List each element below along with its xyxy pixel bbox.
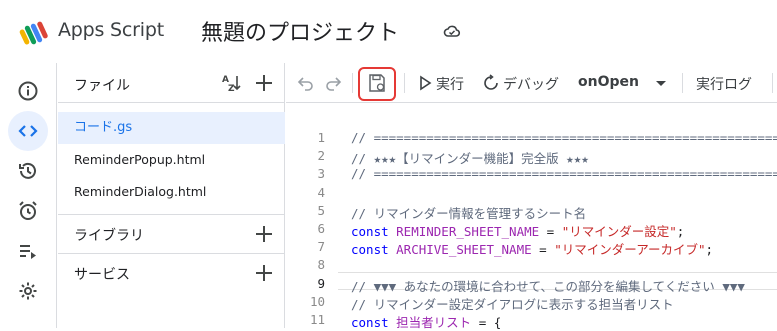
line-number: 10 xyxy=(309,293,325,309)
code-comment: // ▼▼▼ あなたの環境に合わせて、この部分を編集してください ▼▼▼ xyxy=(351,278,745,294)
overview-button[interactable] xyxy=(8,71,48,111)
code-text: const 担当者リスト = { xyxy=(351,312,501,331)
line-number: 4 xyxy=(317,184,325,200)
settings-icon xyxy=(19,282,37,300)
app-header: Apps Script 無題のプロジェクト xyxy=(0,0,777,63)
editor-toolbar: 実行 デバッグ onOpen 実行ログ xyxy=(286,63,777,103)
code-token-kw: const xyxy=(351,224,397,239)
code-text: const REMINDER_SHEET_NAME = "リマインダー設定"; xyxy=(351,221,684,240)
settings-button[interactable] xyxy=(8,271,48,311)
alarm-icon xyxy=(19,201,37,220)
add-service-button[interactable] xyxy=(254,263,274,283)
code-line: 8 xyxy=(286,257,777,275)
toolbar-divider xyxy=(352,73,353,93)
code-token-var: REMINDER_SHEET_NAME xyxy=(396,224,540,239)
history-button[interactable] xyxy=(8,151,48,191)
save-icon[interactable] xyxy=(367,73,387,93)
code-text: // ▼▼▼ あなたの環境に合わせて、この部分を編集してください ▼▼▼ xyxy=(351,276,745,295)
triggers-button[interactable] xyxy=(8,191,48,231)
code-line: 11 const 担当者リスト = { xyxy=(286,312,777,330)
project-title[interactable]: 無題のプロジェクト xyxy=(201,15,399,47)
redo-icon[interactable] xyxy=(323,73,343,93)
toolbar-divider xyxy=(772,73,773,93)
services-section: サービス xyxy=(58,253,285,291)
code-text: // =====================================… xyxy=(351,130,777,145)
debug-icon xyxy=(484,74,498,90)
executions-button[interactable] xyxy=(8,231,48,271)
code-comment: // ★★★【リマインダー機能】完全版 ★★★ xyxy=(351,151,589,167)
code-line: 3 // ====================================… xyxy=(286,166,777,184)
code-comment: // リマインダー情報を管理するシート名 xyxy=(351,205,587,221)
line-number: 1 xyxy=(317,130,325,145)
line-number: 6 xyxy=(317,221,325,236)
file-item-code-gs[interactable]: コード.gs xyxy=(58,112,285,144)
libraries-label: ライブラリ xyxy=(74,228,144,244)
code-line: 1 // ====================================… xyxy=(286,130,777,148)
code-comment: // =====================================… xyxy=(351,166,777,182)
add-file-button[interactable] xyxy=(254,73,274,93)
code-token-str: "リマインダーアーカイブ" xyxy=(554,242,706,258)
add-library-button[interactable] xyxy=(254,224,274,244)
services-label: サービス xyxy=(74,267,130,283)
code-text: // リマインダー設定ダイアログに表示する担当者リスト xyxy=(351,294,674,313)
undo-icon[interactable] xyxy=(296,73,316,93)
line-number: 5 xyxy=(317,202,325,218)
code-icon xyxy=(18,125,38,137)
code-line: 6 const REMINDER_SHEET_NAME = "リマインダー設定"; xyxy=(286,221,777,239)
code-token-op: = xyxy=(539,224,562,239)
sort-az-icon[interactable]: A Z xyxy=(221,72,243,94)
code-line: 9 // ▼▼▼ あなたの環境に合わせて、この部分を編集してください ▼▼▼ xyxy=(286,276,777,294)
code-comment: // リマインダー設定ダイアログに表示する担当者リスト xyxy=(351,296,674,312)
code-line: 4 xyxy=(286,185,777,203)
libraries-section: ライブラリ xyxy=(58,214,285,252)
debug-button[interactable]: デバッグ xyxy=(503,74,559,94)
toolbar-divider xyxy=(404,73,405,93)
line-number: 7 xyxy=(317,239,325,255)
code-editor[interactable]: 1 // ====================================… xyxy=(286,104,777,330)
code-token-kw: const xyxy=(351,242,397,258)
code-line: 10 // リマインダー設定ダイアログに表示する担当者リスト xyxy=(286,294,777,312)
info-icon xyxy=(18,81,38,101)
files-header: ファイル A Z xyxy=(58,63,285,103)
code-comment: // =====================================… xyxy=(351,130,777,145)
chevron-down-icon[interactable] xyxy=(651,73,671,93)
code-line: 2 // ★★★【リマインダー機能】完全版 ★★★ xyxy=(286,148,777,166)
toolbar-divider xyxy=(682,73,683,93)
code-text: // ★★★【リマインダー機能】完全版 ★★★ xyxy=(351,148,589,167)
cloud-saved-icon xyxy=(443,25,461,37)
code-line: 7 const ARCHIVE_SHEET_NAME = "リマインダーアーカイブ… xyxy=(286,239,777,257)
file-item-reminder-dialog[interactable]: ReminderDialog.html xyxy=(58,176,285,208)
files-panel: ファイル A Z コード.gs ReminderPopup.html Remin… xyxy=(58,63,285,328)
code-text: // =====================================… xyxy=(351,166,777,181)
code-text: // リマインダー情報を管理するシート名 xyxy=(351,203,586,222)
line-number: 11 xyxy=(309,312,325,327)
code-token-end: ; xyxy=(705,242,714,258)
execution-log-button[interactable]: 実行ログ xyxy=(696,74,752,94)
code-token-str: "リマインダー設定" xyxy=(561,224,677,239)
line-number: 2 xyxy=(317,148,325,164)
run-button[interactable]: 実行 xyxy=(436,74,464,94)
file-item-reminder-popup[interactable]: ReminderPopup.html xyxy=(58,144,285,176)
files-title: ファイル xyxy=(74,78,130,94)
code-token-op: = xyxy=(531,242,555,258)
line-number: 3 xyxy=(317,166,325,182)
run-icon xyxy=(420,75,432,91)
svg-text:Z: Z xyxy=(228,84,235,94)
executions-icon xyxy=(20,245,36,259)
code-line: 5 // リマインダー情報を管理するシート名 xyxy=(286,203,777,221)
editor-button[interactable] xyxy=(8,111,48,151)
history-icon xyxy=(19,162,36,179)
nav-rail xyxy=(0,63,57,328)
function-select[interactable]: onOpen xyxy=(578,74,639,90)
line-number: 9 xyxy=(317,275,325,291)
code-text: const ARCHIVE_SHEET_NAME = "リマインダーアーカイブ"… xyxy=(351,239,713,258)
code-token-end: ; xyxy=(676,224,685,239)
code-token-var: ARCHIVE_SHEET_NAME xyxy=(396,242,532,258)
apps-script-logo[interactable] xyxy=(18,17,50,49)
line-number: 8 xyxy=(317,257,325,273)
app-name: Apps Script xyxy=(58,19,164,41)
